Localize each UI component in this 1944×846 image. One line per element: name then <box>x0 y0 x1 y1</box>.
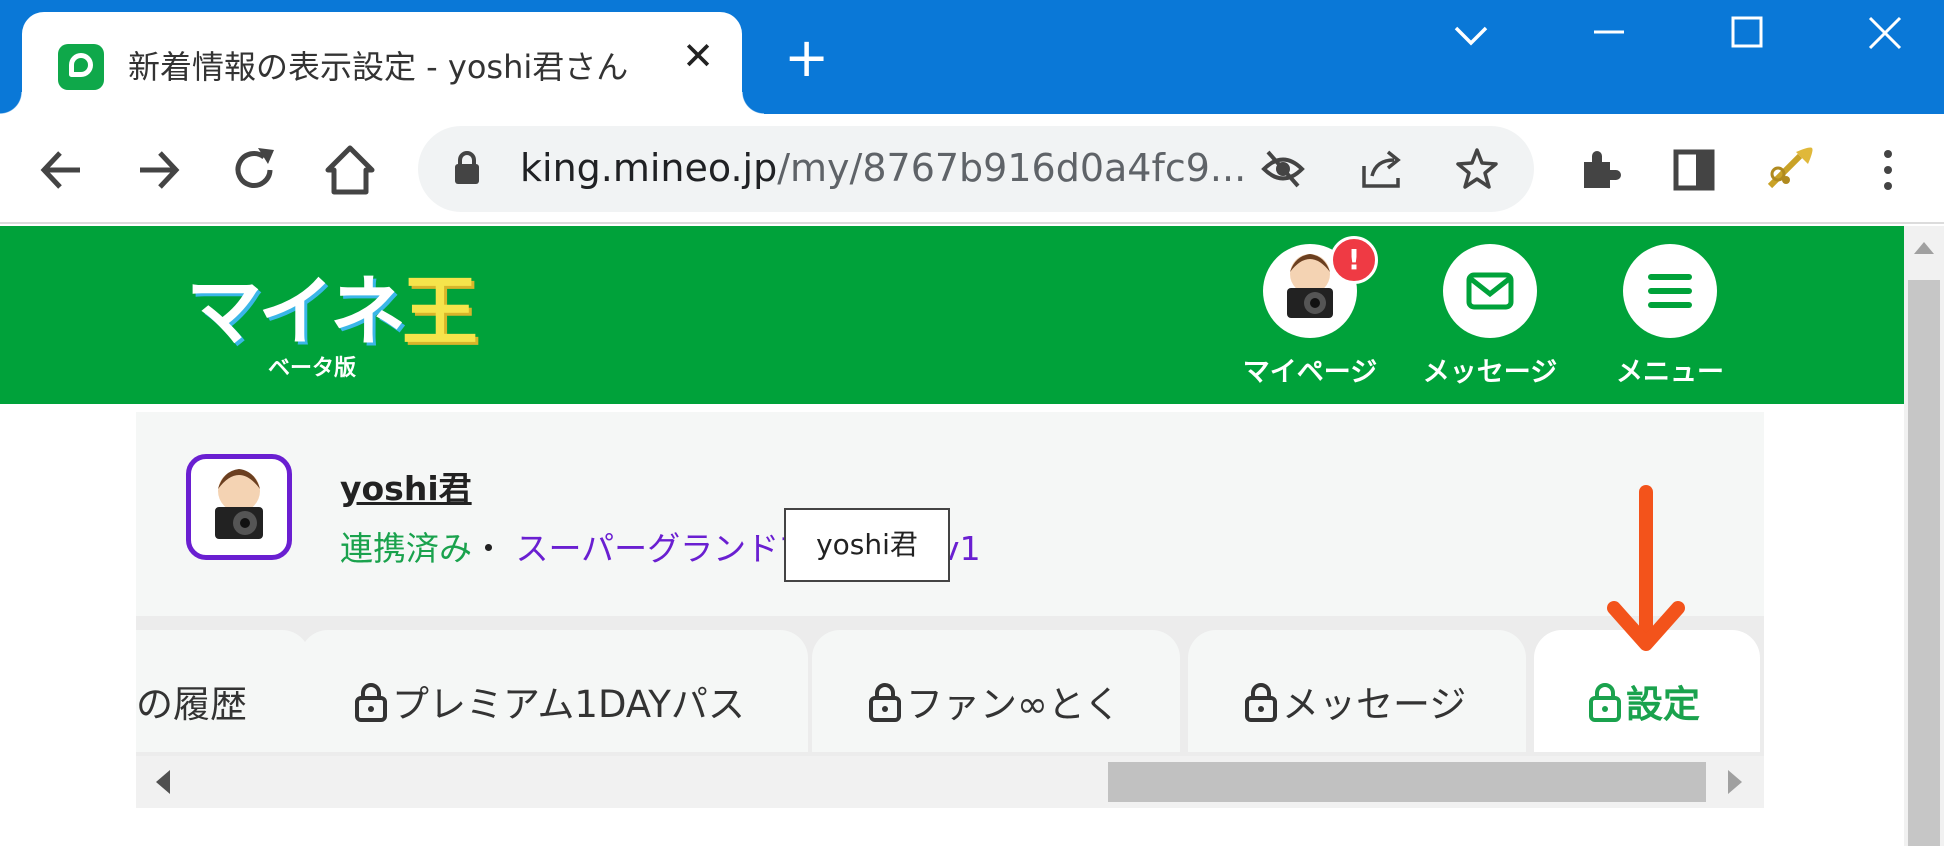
scroll-up-arrow-icon[interactable] <box>1912 240 1936 256</box>
forward-icon[interactable] <box>128 140 188 200</box>
tab-message[interactable]: メッセージ <box>1188 630 1526 752</box>
tab-label: メッセージ <box>1282 683 1467 726</box>
vertical-scrollbar-thumb[interactable] <box>1908 280 1940 846</box>
profile-name-link[interactable]: yoshi君 <box>340 462 472 510</box>
name-tooltip: yoshi君 <box>784 508 950 582</box>
hamburger-menu-icon <box>1648 274 1692 308</box>
avatar-camera-person-icon <box>215 469 263 539</box>
lock-icon <box>1245 683 1277 722</box>
lock-icon[interactable] <box>452 150 482 186</box>
tabs-horizontal-scrollbar[interactable] <box>136 756 1764 808</box>
menu-circle[interactable] <box>1623 244 1717 338</box>
profile-trumpet-icon[interactable] <box>1760 140 1820 200</box>
tab-label: ファン∞とく <box>906 683 1121 726</box>
home-icon[interactable] <box>320 140 380 200</box>
status-separator: ・ <box>472 529 505 568</box>
mypage-label: マイページ <box>1242 357 1378 388</box>
site-logo[interactable]: マイネ王 <box>186 250 478 360</box>
browser-tab[interactable]: 新着情報の表示設定 - yoshi君さん ✕ <box>0 12 764 114</box>
linked-status[interactable]: 連携済み <box>340 529 472 568</box>
nav-mypage[interactable]: ! マイページ <box>1220 236 1400 394</box>
bookmark-star-icon[interactable] <box>1454 146 1500 192</box>
share-icon[interactable] <box>1358 148 1404 190</box>
window-close-icon[interactable] <box>1850 10 1920 60</box>
tab-premium-1day-pass[interactable]: プレミアム1DAYパス <box>300 630 808 752</box>
envelope-icon <box>1466 272 1514 310</box>
profile-tabs: の履歴 プレミアム1DAYパス ファン∞とく メッセージ 設定 <box>136 616 1764 808</box>
tab-label: の履歴 <box>136 683 247 726</box>
browser-titlebar: 新着情報の表示設定 - yoshi君さん ✕ + <box>0 0 1944 114</box>
reload-icon[interactable] <box>224 140 284 200</box>
scroll-right-arrow-icon[interactable] <box>1728 770 1742 794</box>
more-menu-icon[interactable] <box>1858 140 1918 200</box>
nav-message[interactable]: メッセージ <box>1400 244 1580 394</box>
url-host: king.mineo.jp <box>520 146 778 190</box>
site-favicon <box>58 44 104 90</box>
tab-search-chevron-icon[interactable] <box>1436 10 1506 60</box>
logo-kun: 王 <box>402 267 478 356</box>
scroll-left-arrow-icon[interactable] <box>156 770 170 794</box>
profile-avatar[interactable] <box>186 454 292 560</box>
side-panel-icon[interactable] <box>1664 140 1724 200</box>
message-label: メッセージ <box>1422 357 1558 388</box>
eye-off-icon[interactable] <box>1260 148 1306 190</box>
minimize-icon[interactable] <box>1574 10 1644 60</box>
scrollbar-thumb[interactable] <box>1108 762 1706 802</box>
logo-beta-label: ベータ版 <box>268 356 357 381</box>
tab-close-icon[interactable]: ✕ <box>678 36 718 76</box>
menu-label: メニュー <box>1616 357 1724 388</box>
browser-toolbar: king.mineo.jp/my/8767b916d0a4fc9... <box>0 114 1944 224</box>
lock-icon <box>355 683 387 722</box>
tab-title: 新着情報の表示設定 - yoshi君さん <box>128 48 629 86</box>
extensions-puzzle-icon[interactable] <box>1570 140 1630 200</box>
nav-menu[interactable]: メニュー <box>1580 244 1760 394</box>
back-icon[interactable] <box>32 140 92 200</box>
tab-fan-toku[interactable]: ファン∞とく <box>812 630 1180 752</box>
address-bar[interactable]: king.mineo.jp/my/8767b916d0a4fc9... <box>418 126 1534 212</box>
profile-card: yoshi君 連携済み・ スーパーグランドマスター Lv1 <box>136 412 1764 616</box>
annotation-down-arrow-icon <box>1607 485 1685 651</box>
url-path: /my/8767b916d0a4fc9... <box>777 146 1247 190</box>
tab-label: プレミアム1DAYパス <box>392 683 745 726</box>
new-tab-button[interactable]: + <box>784 31 829 85</box>
url-text: king.mineo.jp/my/8767b916d0a4fc9... <box>520 146 1246 190</box>
message-circle[interactable] <box>1443 244 1537 338</box>
lock-icon <box>1589 683 1621 722</box>
tab-label: 設定 <box>1626 683 1700 726</box>
lock-icon <box>869 683 901 722</box>
mypage-alert-badge: ! <box>1330 236 1378 284</box>
logo-text: マイネ <box>186 267 406 356</box>
page-vertical-scrollbar[interactable] <box>1904 226 1944 846</box>
tab-history[interactable]: の履歴 <box>136 630 310 752</box>
site-header: マイネ王 ベータ版 ! マイページ メッセージ メニュー <box>0 226 1904 404</box>
maximize-icon[interactable] <box>1712 10 1782 60</box>
